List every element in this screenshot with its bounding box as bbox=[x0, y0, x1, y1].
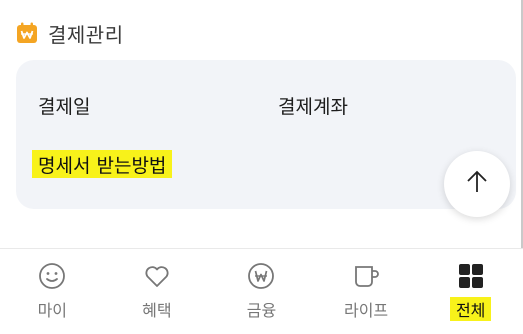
nav-label-life: 라이프 bbox=[343, 301, 389, 320]
bottom-nav: 마이 혜택 금융 라이프 전체 bbox=[0, 249, 523, 334]
section-header: 결제관리 bbox=[16, 17, 124, 49]
nav-item-my[interactable]: 마이 bbox=[0, 249, 105, 334]
scroll-top-button[interactable] bbox=[444, 151, 510, 217]
nav-label-benefits: 혜택 bbox=[142, 301, 172, 320]
nav-item-all[interactable]: 전체 bbox=[418, 249, 523, 334]
smiley-icon bbox=[37, 261, 67, 291]
calendar-won-icon bbox=[16, 22, 38, 44]
section-title: 결제관리 bbox=[48, 22, 124, 47]
payment-management-screen: 결제관리 결제일 결제계좌 명세서 받는방법 마이 혜택 금융 라이프 전체 bbox=[0, 0, 523, 334]
nav-label-finance: 금융 bbox=[246, 301, 277, 320]
payment-info-card: 결제일 결제계좌 명세서 받는방법 bbox=[16, 60, 516, 217]
cup-icon bbox=[351, 261, 381, 291]
statement-guide-link[interactable]: 명세서 받는방법 bbox=[32, 150, 173, 178]
payment-date-label: 결제일 bbox=[38, 96, 91, 118]
nav-item-life[interactable]: 라이프 bbox=[314, 249, 419, 334]
grid-icon bbox=[456, 261, 486, 291]
nav-label-all: 전체 bbox=[449, 297, 492, 321]
nav-item-finance[interactable]: 금융 bbox=[209, 249, 314, 334]
nav-label-my: 마이 bbox=[37, 301, 68, 320]
nav-item-benefits[interactable]: 혜택 bbox=[105, 249, 210, 334]
heart-icon bbox=[142, 261, 172, 291]
arrow-up-icon bbox=[464, 169, 490, 199]
payment-account-label: 결제계좌 bbox=[278, 96, 348, 118]
won-coin-icon bbox=[246, 261, 276, 291]
